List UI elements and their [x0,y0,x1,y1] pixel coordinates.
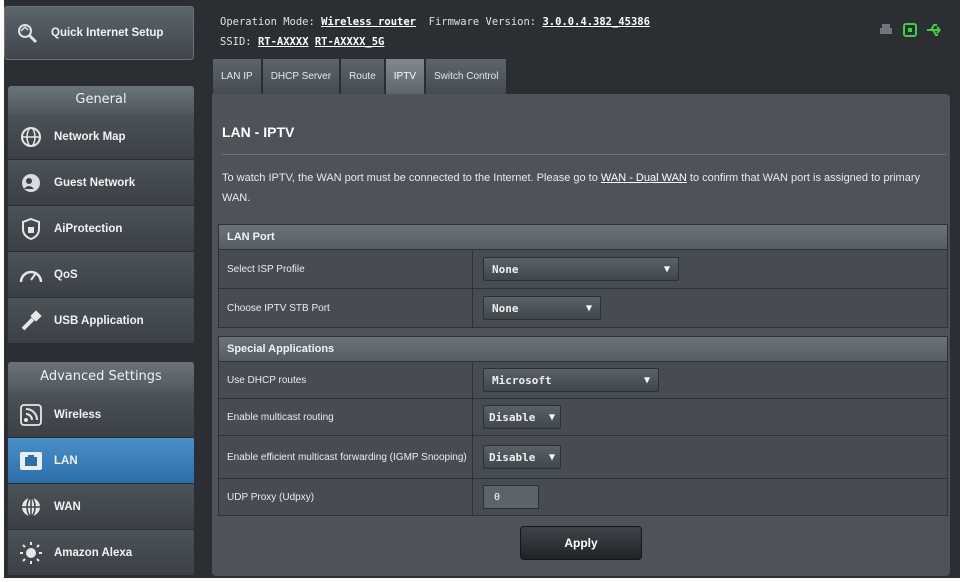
sidebar-item-wan[interactable]: WAN [8,484,194,530]
gauge-icon [18,262,44,288]
chevron-down-icon: ▼ [548,411,555,423]
operation-mode-line: Operation Mode: Wireless router Firmware… [220,16,650,28]
sidebar-item-network-map[interactable]: Network Map [8,114,194,160]
sidebar-item-label: USB Application [54,314,144,327]
special-applications-header: Special Applications [219,337,947,361]
advanced-section-header: Advanced Settings [8,362,194,392]
isp-profile-value: None [492,262,519,276]
title-divider [222,154,946,155]
igmp-snooping-select[interactable]: Disable ▼ [483,445,561,469]
table-row: UDP Proxy (Udpxy) 0 [219,478,947,515]
lan-port-table: LAN Port Select ISP Profile None ▼ Choose… [218,224,948,328]
dhcp-routes-label: Use DHCP routes [219,362,473,398]
usb-status-icon[interactable] [926,22,944,42]
firmware-link[interactable]: 3.0.0.4.382_45386 [542,16,649,28]
page-title: LAN - IPTV [222,124,295,140]
special-applications-table: Special Applications Use DHCP routes Mic… [218,336,948,516]
operation-mode-label: Operation Mode: [220,16,315,28]
network-map-icon [18,124,44,150]
wan-dual-wan-link[interactable]: WAN - Dual WAN [601,172,687,184]
sidebar-item-label: Network Map [54,130,126,143]
multicast-routing-label: Enable multicast routing [219,399,473,435]
table-row: Enable efficient multicast forwarding (I… [219,435,947,478]
chevron-down-icon: ▼ [663,263,670,275]
app-status-icon[interactable] [902,22,918,42]
apply-button[interactable]: Apply [520,526,642,560]
operation-mode-link[interactable]: Wireless router [321,16,416,28]
wireless-icon [18,402,44,428]
udpxy-label: UDP Proxy (Udpxy) [219,479,473,515]
chevron-down-icon: ▼ [585,302,592,314]
quick-setup-icon [15,20,41,46]
ssid-5g-link[interactable]: RT-AXXXX_5G [315,36,385,48]
lan-port-header: LAN Port [219,225,947,249]
globe-icon [18,494,44,520]
tab-lan-ip[interactable]: LAN IP [212,58,262,94]
sidebar-item-aiprotection[interactable]: AiProtection [8,206,194,252]
sidebar-item-label: Amazon Alexa [54,546,133,559]
sidebar-item-qos[interactable]: QoS [8,252,194,298]
table-row: Enable multicast routing Disable ▼ [219,398,947,435]
status-icons [878,22,944,42]
chevron-down-icon: ▼ [548,451,555,463]
sidebar-item-lan[interactable]: LAN [8,438,194,484]
udpxy-input[interactable]: 0 [483,485,539,509]
multicast-routing-select[interactable]: Disable ▼ [483,405,561,429]
description-text: To watch IPTV, the WAN port must be conn… [222,172,601,184]
top-header: Operation Mode: Wireless router Firmware… [212,0,962,60]
stb-port-select[interactable]: None ▼ [483,296,601,320]
guest-network-icon [18,170,44,196]
isp-profile-select[interactable]: None ▼ [483,257,679,281]
igmp-snooping-value: Disable [489,450,536,464]
tab-route[interactable]: Route [340,58,385,94]
lan-icon [18,448,44,474]
ssid-2g-link[interactable]: RT-AXXXX [258,36,309,48]
sidebar-item-amazon-alexa[interactable]: Amazon Alexa [8,530,194,576]
table-row: Select ISP Profile None ▼ [219,249,947,288]
sidebar-item-label: AiProtection [54,222,123,235]
stb-port-label: Choose IPTV STB Port [219,289,473,327]
shield-icon [18,216,44,242]
sidebar-item-label: WAN [54,500,81,513]
multicast-routing-value: Disable [489,410,536,424]
tab-dhcp-server[interactable]: DHCP Server [261,58,341,94]
sidebar-item-label: Wireless [54,408,102,421]
printer-icon[interactable] [878,22,894,42]
sidebar-item-usb-application[interactable]: USB Application [8,298,194,344]
quick-setup-label: Quick Internet Setup [51,27,164,39]
tab-switch-control[interactable]: Switch Control [425,58,508,94]
dhcp-routes-select[interactable]: Microsoft ▼ [483,368,659,392]
sidebar-item-guest-network[interactable]: Guest Network [8,160,194,206]
ssid-label: SSID: [220,36,252,48]
tab-iptv[interactable]: IPTV [384,58,425,94]
chevron-down-icon: ▼ [643,374,650,386]
sidebar-item-wireless[interactable]: Wireless [8,392,194,438]
sidebar-item-label: Guest Network [54,176,136,189]
sidebar-item-label: QoS [54,268,78,281]
content-panel: LAN - IPTV To watch IPTV, the WAN port m… [212,94,950,576]
igmp-snooping-label: Enable efficient multicast forwarding (I… [219,436,473,478]
usb-icon [18,308,44,334]
page-description: To watch IPTV, the WAN port must be conn… [222,168,942,208]
table-row: Choose IPTV STB Port None ▼ [219,288,947,327]
sidebar-item-label: LAN [54,454,78,467]
ssid-line: SSID: RT-AXXXX RT-AXXXX_5G [220,36,384,48]
stb-port-value: None [492,301,519,315]
general-section-header: General [8,86,194,114]
isp-profile-label: Select ISP Profile [219,250,473,288]
quick-internet-setup-button[interactable]: Quick Internet Setup [4,6,194,60]
alexa-icon [18,540,44,566]
firmware-label: Firmware Version: [428,16,537,28]
dhcp-routes-value: Microsoft [492,373,552,387]
tab-bar: LAN IP DHCP Server Route IPTV Switch Con… [212,58,508,94]
table-row: Use DHCP routes Microsoft ▼ [219,361,947,398]
